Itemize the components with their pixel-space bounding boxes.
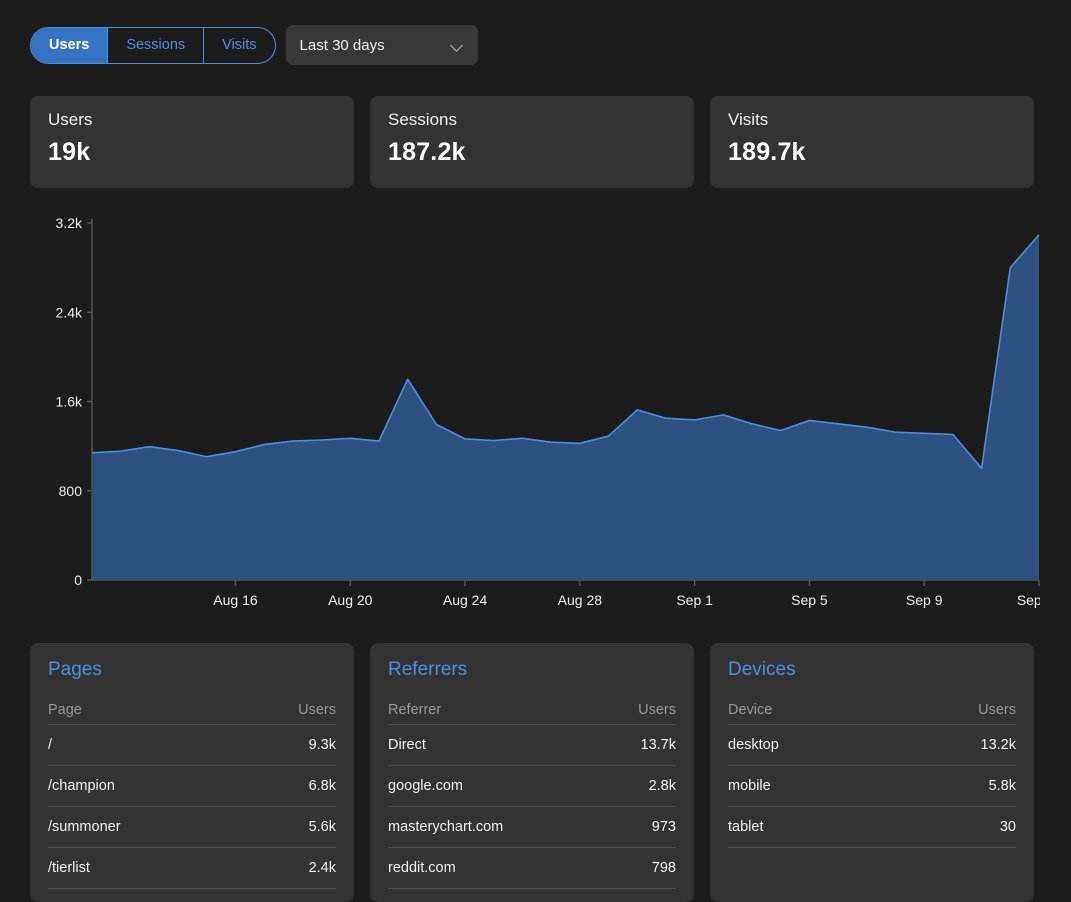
column-header: Referrer: [388, 701, 442, 718]
stat-card-sessions: Sessions 187.2k: [370, 96, 694, 188]
x-tick-label: Sep 9: [906, 592, 943, 608]
row-value: 9.3k: [308, 737, 336, 753]
table-row[interactable]: google.com 2.8k: [388, 766, 676, 807]
x-tick-label: Sep 5: [791, 592, 828, 608]
y-tick-label: 1.6k: [56, 394, 83, 410]
table-card-pages: Pages Page Users / 9.3k/champion 6.8k/summone…: [30, 643, 354, 902]
table-card-referrers: Referrers Referrer Users Direct 13.7k google.…: [370, 643, 694, 902]
tab-visits[interactable]: Visits: [204, 28, 274, 63]
row-value: 973: [651, 819, 676, 835]
row-key: reddit.com: [388, 860, 456, 876]
row-key: desktop: [728, 737, 779, 753]
table-row[interactable]: / 9.3k: [48, 725, 336, 766]
metric-tab-group: Users Sessions Visits: [30, 26, 276, 64]
row-value: 5.8k: [988, 778, 1016, 794]
column-header: Users: [638, 701, 676, 718]
table-row[interactable]: /tierlist 2.4k: [48, 848, 336, 889]
table-row[interactable]: /summoner 5.6k: [48, 807, 336, 848]
table-row[interactable]: reddit.com 798: [388, 848, 676, 889]
tab-sessions[interactable]: Sessions: [108, 27, 205, 63]
table-header-row: Referrer Users: [388, 695, 676, 725]
row-value: 5.6k: [308, 819, 336, 835]
stat-card-label: Visits: [728, 110, 769, 129]
row-key: /: [48, 737, 53, 753]
stat-card-value: 187.2k: [388, 138, 466, 166]
toolbar: Users Sessions Visits Last 30 days: [30, 25, 478, 65]
table-row[interactable]: Direct 13.7k: [388, 725, 676, 766]
table-header-row: Device Users: [728, 695, 1016, 725]
table-row[interactable]: desktop 13.2k: [728, 725, 1016, 766]
stat-card-label: Users: [48, 110, 93, 129]
table-title: Referrers: [388, 659, 468, 680]
x-tick-label: Aug 20: [328, 592, 373, 608]
stat-card-value: 189.7k: [728, 138, 806, 166]
row-key: mobile: [728, 778, 771, 794]
table-row[interactable]: masterychart.com 973: [388, 807, 676, 848]
stat-card-label: Sessions: [388, 110, 457, 129]
x-tick-label: Aug 24: [443, 592, 488, 608]
breakdown-tables: Pages Page Users / 9.3k/champion 6.8k/summone…: [30, 643, 1034, 902]
x-tick-label: Sep 13: [1017, 592, 1040, 608]
table-row[interactable]: /champion 6.8k: [48, 766, 336, 807]
y-tick-label: 800: [59, 483, 83, 499]
row-key: masterychart.com: [388, 819, 504, 835]
stat-card-value: 19k: [48, 138, 91, 166]
table-header-row: Page Users: [48, 695, 336, 725]
row-value: 798: [651, 860, 676, 876]
table-row[interactable]: mobile 5.8k: [728, 766, 1016, 807]
x-tick-label: Aug 28: [558, 592, 603, 608]
column-header: Page: [48, 701, 82, 718]
stat-card-users: Users 19k: [30, 96, 354, 188]
row-value: 2.8k: [648, 778, 676, 794]
row-key: /tierlist: [48, 860, 90, 876]
row-value: 30: [999, 819, 1016, 835]
row-key: /champion: [48, 778, 115, 794]
column-header: Device: [728, 701, 773, 718]
column-header: Users: [298, 701, 336, 718]
chevron-down-icon: [451, 39, 464, 52]
row-key: tablet: [728, 819, 764, 835]
table-title: Devices: [728, 659, 796, 680]
x-tick-label: Aug 16: [213, 592, 258, 608]
date-range-label: Last 30 days: [299, 36, 385, 54]
table-title: Pages: [48, 659, 102, 680]
x-tick-label: Sep 1: [676, 592, 713, 608]
row-key: Direct: [388, 737, 426, 753]
date-range-select[interactable]: Last 30 days: [285, 25, 478, 65]
row-value: 2.4k: [308, 860, 336, 876]
users-area-chart: 0 800 1.6k 2.4k 3.2k Aug 16 Aug 20 Aug 24 Aug 28…: [30, 205, 1040, 620]
tab-users[interactable]: Users: [31, 27, 109, 63]
chart-svg: 0 800 1.6k 2.4k 3.2k Aug 16 Aug 20 Aug 24 Aug 28…: [56, 215, 1040, 608]
row-key: /summoner: [48, 819, 121, 835]
stat-card-visits: Visits 189.7k: [710, 96, 1034, 188]
column-header: Users: [978, 701, 1016, 718]
row-key: google.com: [388, 778, 463, 794]
y-tick-label: 0: [74, 572, 82, 588]
row-value: 13.7k: [640, 737, 676, 753]
row-value: 6.8k: [308, 778, 336, 794]
table-row[interactable]: tablet 30: [728, 807, 1016, 848]
chart-area-fill: [92, 234, 1039, 581]
row-value: 13.2k: [980, 737, 1016, 753]
y-tick-label: 3.2k: [56, 215, 83, 231]
stat-card-row: Users 19k Sessions 187.2k Visits 189.7k: [30, 96, 1034, 188]
table-card-devices: Devices Device Users desktop 13.2k mobile 5.8k…: [710, 643, 1034, 902]
analytics-dashboard: Users Sessions Visits Last 30 days Users 19…: [0, 0, 1071, 902]
y-tick-label: 2.4k: [56, 304, 83, 320]
